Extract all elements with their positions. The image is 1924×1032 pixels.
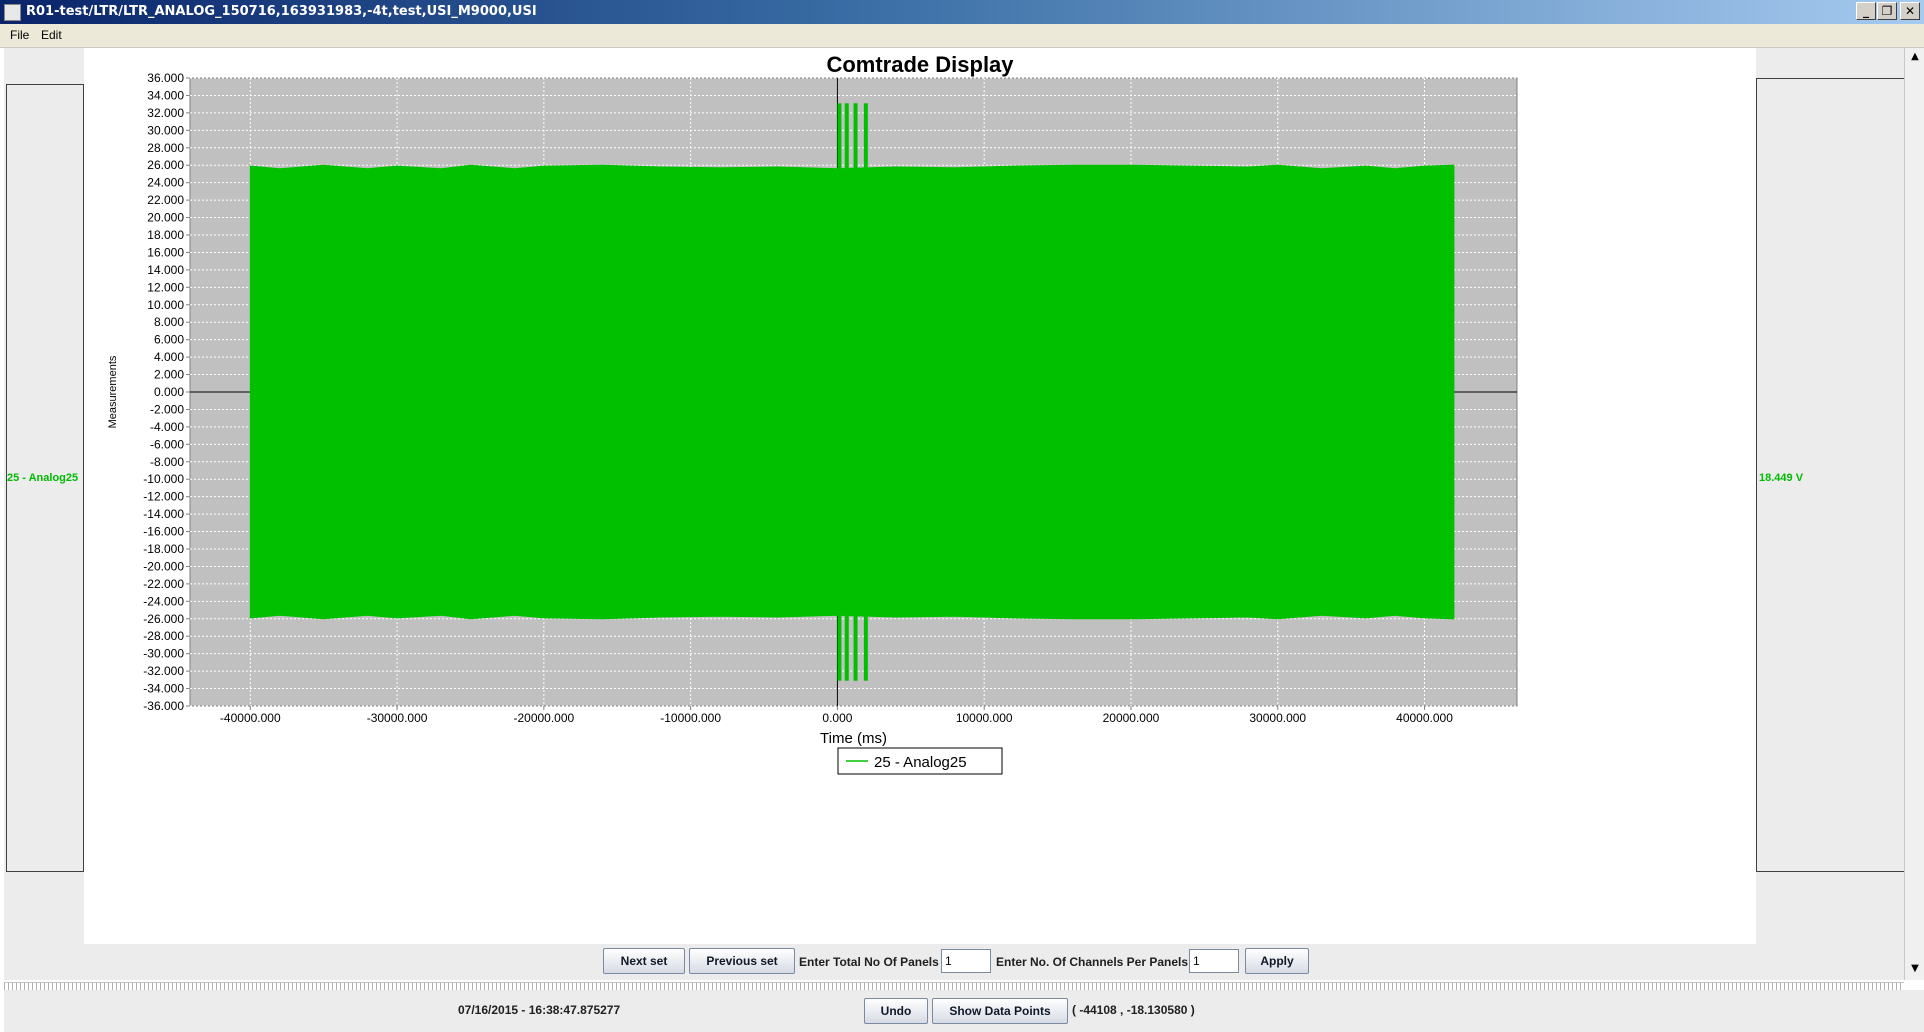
y-tick-label: -36.000 (143, 699, 184, 713)
y-tick-label: -22.000 (143, 577, 184, 591)
y-tick-label: -10.000 (143, 472, 184, 486)
channel-name-panel[interactable]: 25 - Analog25 (6, 84, 84, 872)
apply-button[interactable]: Apply (1245, 948, 1309, 974)
scroll-down-icon[interactable]: ▼ (1908, 962, 1922, 976)
y-tick-label: -8.000 (150, 455, 184, 469)
y-tick-label: -14.000 (143, 507, 184, 521)
y-tick-label: -34.000 (143, 682, 184, 696)
y-tick-label: -26.000 (143, 612, 184, 626)
y-tick-label: 16.000 (147, 245, 184, 259)
x-tick-label: 40000.000 (1396, 711, 1453, 725)
x-tick-label: -30000.000 (367, 711, 428, 725)
x-axis-label: Time (ms) (820, 730, 887, 747)
status-bar: 07/16/2015 - 16:38:47.875277 Undo Show D… (4, 990, 1924, 1032)
series-analog25-area (249, 164, 1455, 620)
cursor-coordinates: ( -44108 , -18.130580 ) (1072, 1003, 1195, 1017)
y-tick-label: 20.000 (147, 211, 184, 225)
y-axis-label: Measurements (107, 355, 119, 428)
y-tick-label: 12.000 (147, 280, 184, 294)
cursor-timestamp: 07/16/2015 - 16:38:47.875277 (458, 1003, 621, 1017)
y-tick-label: 28.000 (147, 141, 184, 155)
x-tick-label: -40000.000 (220, 711, 281, 725)
undo-button[interactable]: Undo (864, 998, 928, 1024)
y-tick-label: -30.000 (143, 647, 184, 661)
y-tick-label: -16.000 (143, 525, 184, 539)
y-tick-label: 30.000 (147, 123, 184, 137)
x-tick-label: 0.000 (822, 711, 852, 725)
series-analog25-spike (863, 103, 868, 681)
channels-per-panel-input[interactable] (1189, 949, 1239, 973)
y-tick-label: 2.000 (154, 368, 184, 382)
y-tick-label: 0.000 (154, 385, 184, 399)
menu-edit[interactable]: Edit (41, 28, 62, 42)
y-tick-label: 8.000 (154, 315, 184, 329)
x-tick-label: -10000.000 (660, 711, 721, 725)
y-tick-label: -6.000 (150, 437, 184, 451)
y-tick-label: 24.000 (147, 176, 184, 190)
previous-set-button[interactable]: Previous set (689, 948, 795, 974)
x-tick-label: 30000.000 (1249, 711, 1306, 725)
x-axis-ticks: -40000.000 -30000.000 -20000.000 -10000.000… (220, 706, 1453, 725)
y-tick-label: -20.000 (143, 559, 184, 573)
series-analog25-spike (844, 103, 849, 681)
chart-title: Comtrade Display (826, 52, 1014, 77)
vertical-scrollbar[interactable]: ▲ ▼ (1904, 48, 1924, 980)
y-tick-label: 6.000 (154, 333, 184, 347)
menu-file[interactable]: File (10, 28, 29, 42)
channel-name-label: 25 - Analog25 (7, 472, 79, 484)
y-tick-label: -18.000 (143, 542, 184, 556)
channel-value-label: 18.449 V (1759, 472, 1804, 484)
restore-button[interactable]: ❐ (1877, 2, 1897, 20)
y-tick-label: 22.000 (147, 193, 184, 207)
series-analog25-spike (853, 103, 858, 681)
y-tick-label: -32.000 (143, 664, 184, 678)
series-analog25-spike (837, 103, 842, 681)
y-tick-label: -28.000 (143, 629, 184, 643)
x-tick-label: 10000.000 (956, 711, 1013, 725)
y-tick-label: 26.000 (147, 158, 184, 172)
y-tick-label: -4.000 (150, 420, 184, 434)
y-tick-label: 32.000 (147, 106, 184, 120)
java-app-icon (4, 4, 21, 21)
y-axis-ticks: 36.000 34.000 32.000 30.000 28.000 26.000 24.0… (143, 71, 190, 713)
legend[interactable]: 25 - Analog25 (837, 747, 1003, 775)
channels-per-panel-label: Enter No. Of Channels Per Panels (996, 955, 1189, 969)
next-set-button[interactable]: Next set (603, 948, 685, 974)
minimize-button[interactable]: _ (1856, 2, 1876, 20)
y-tick-label: -12.000 (143, 490, 184, 504)
menu-bar: File Edit (0, 24, 1924, 48)
y-tick-label: 18.000 (147, 228, 184, 242)
series-layer (249, 103, 1455, 681)
window-title-bar[interactable]: R01-test/LTR/LTR_ANALOG_150716,163931983… (0, 0, 1924, 24)
show-data-points-button[interactable]: Show Data Points (932, 998, 1068, 1024)
y-tick-label: 36.000 (147, 71, 184, 85)
y-tick-label: -24.000 (143, 594, 184, 608)
comtrade-chart[interactable]: Comtrade Display 36.000 34.000 32.000 30.00… (84, 48, 1756, 944)
legend-series-label: 25 - Analog25 (874, 754, 967, 771)
total-panels-input[interactable] (941, 949, 991, 973)
channel-value-panel[interactable]: 18.449 V (1756, 78, 1908, 872)
y-tick-label: 14.000 (147, 263, 184, 277)
total-panels-label: Enter Total No Of Panels (799, 955, 939, 969)
y-tick-label: 4.000 (154, 350, 184, 364)
y-tick-label: 10.000 (147, 298, 184, 312)
y-tick-label: -2.000 (150, 402, 184, 416)
x-tick-label: 20000.000 (1103, 711, 1160, 725)
close-button[interactable]: ✕ (1900, 2, 1920, 20)
x-tick-label: -20000.000 (513, 711, 574, 725)
y-tick-label: 34.000 (147, 88, 184, 102)
scroll-up-icon[interactable]: ▲ (1908, 50, 1922, 64)
window-title: R01-test/LTR/LTR_ANALOG_150716,163931983… (26, 4, 537, 19)
chart-panel: Comtrade Display 36.000 34.000 32.000 30.00… (84, 48, 1756, 944)
